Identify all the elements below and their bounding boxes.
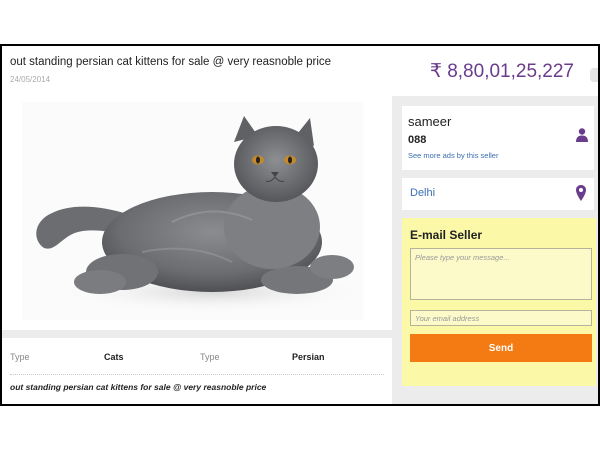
seller-phone: 088 — [408, 134, 427, 146]
divider — [10, 374, 384, 375]
listing-price: ₹ 8,80,01,25,227 — [429, 61, 574, 82]
screenshot-frame: out standing persian cat kittens for sal… — [0, 44, 600, 406]
location-card: Delhi — [402, 178, 594, 210]
email-field[interactable] — [410, 310, 592, 326]
photo-panel — [2, 96, 392, 330]
scroll-handle[interactable] — [590, 68, 598, 82]
seller-card: sameer 088 See more ads by this seller — [402, 106, 594, 170]
listing-photo[interactable] — [22, 102, 363, 320]
map-pin-icon — [576, 185, 586, 201]
seller-name: sameer — [408, 114, 452, 129]
person-icon — [576, 128, 588, 142]
email-seller-title: E-mail Seller — [410, 228, 483, 242]
persian-cat-photo — [22, 102, 363, 320]
details-panel: Type Cats Type Persian out standing pers… — [2, 338, 392, 404]
listing-description: out standing persian cat kittens for sal… — [10, 382, 267, 392]
email-seller-panel: E-mail Seller Send — [402, 218, 596, 386]
more-ads-link[interactable]: See more ads by this seller — [408, 151, 498, 160]
listing-header: out standing persian cat kittens for sal… — [2, 46, 598, 96]
type-label: Type — [10, 352, 30, 362]
listing-date: 24/05/2014 — [10, 75, 51, 84]
send-button[interactable]: Send — [410, 334, 592, 362]
type-value-category: Cats — [104, 352, 124, 362]
type-label-secondary: Type — [200, 352, 220, 362]
location-city[interactable]: Delhi — [410, 187, 435, 199]
listing-page: out standing persian cat kittens for sal… — [2, 46, 598, 404]
message-input[interactable] — [410, 248, 592, 300]
listing-title: out standing persian cat kittens for sal… — [10, 56, 332, 68]
type-value-breed: Persian — [292, 352, 325, 362]
